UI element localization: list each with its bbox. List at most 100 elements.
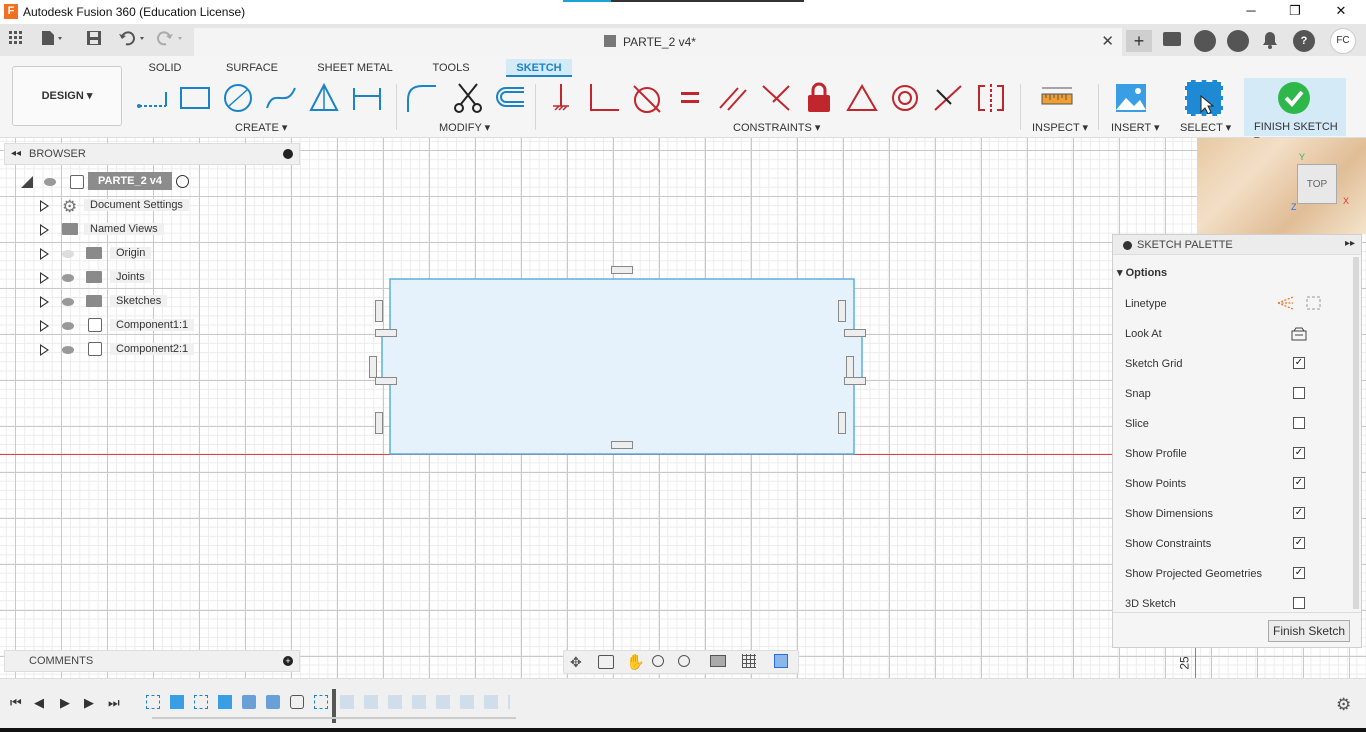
user-avatar[interactable]: FC xyxy=(1330,28,1356,54)
fillet-tool-icon[interactable] xyxy=(404,82,438,114)
offset-tool-icon[interactable] xyxy=(492,82,526,114)
timeline-settings-gear-icon[interactable]: ⚙ xyxy=(1336,695,1351,715)
triangle-constraint-icon[interactable] xyxy=(845,82,879,114)
browser-item[interactable]: Component2:1 xyxy=(38,340,198,360)
go-to-start-icon[interactable]: ⏮ xyxy=(10,695,22,711)
expand-arrow-icon[interactable] xyxy=(40,272,49,284)
timeline-extrude-icon[interactable] xyxy=(170,695,184,709)
expand-arrow-icon[interactable] xyxy=(40,344,49,356)
tab-solid[interactable]: SOLID xyxy=(144,59,186,77)
new-tab-button[interactable]: + xyxy=(1126,30,1152,52)
activate-radio-icon[interactable] xyxy=(176,175,189,188)
browser-item[interactable]: Joints xyxy=(38,268,198,288)
visibility-eye-icon[interactable] xyxy=(44,178,56,186)
horizontal-constraint-marker[interactable] xyxy=(844,377,866,385)
timeline-sketch-icon[interactable] xyxy=(194,695,208,709)
tab-sketch[interactable]: SKETCH xyxy=(506,59,572,77)
app-grid-icon[interactable] xyxy=(8,30,24,50)
centerline-linetype-icon[interactable] xyxy=(1305,295,1323,314)
job-status-icon[interactable] xyxy=(1163,32,1181,46)
equal-constraint-icon[interactable] xyxy=(673,82,707,114)
expand-arrow-icon[interactable] xyxy=(40,224,49,236)
palette-scrollbar[interactable] xyxy=(1353,257,1359,609)
tab-sheet-metal[interactable]: SHEET METAL xyxy=(316,59,394,77)
save-icon[interactable] xyxy=(86,30,102,50)
timeline-component-icon[interactable] xyxy=(266,695,280,709)
select-tool-icon[interactable] xyxy=(1185,80,1223,116)
sketch-profile[interactable] xyxy=(366,262,872,462)
expand-palette-icon[interactable]: ▸▸ xyxy=(1345,238,1355,249)
redo-icon[interactable] xyxy=(156,30,186,50)
browser-item[interactable]: Origin xyxy=(38,244,198,264)
timeline-component-icon[interactable] xyxy=(242,695,256,709)
close-window-button[interactable]: ✕ xyxy=(1318,0,1364,22)
construction-linetype-icon[interactable] xyxy=(1277,295,1295,314)
expand-arrow-icon[interactable] xyxy=(40,296,49,308)
timeline-joint-icon[interactable] xyxy=(290,695,304,709)
expand-arrow-icon[interactable] xyxy=(40,200,49,212)
modify-menu[interactable]: MODIFY ▾ xyxy=(439,121,490,134)
palette-minimize-icon[interactable] xyxy=(1123,241,1132,250)
fit-zoom-icon[interactable] xyxy=(678,655,690,667)
timeline-sketch-icon[interactable] xyxy=(314,695,328,709)
options-section-toggle[interactable]: ▾ Options xyxy=(1117,266,1167,279)
help-icon[interactable]: ? xyxy=(1293,30,1315,52)
view-cube[interactable]: TOP xyxy=(1297,164,1337,204)
midpoint-constraint-icon[interactable] xyxy=(931,82,965,114)
vertical-constraint-marker[interactable] xyxy=(375,412,383,434)
expand-arrow-icon[interactable] xyxy=(40,320,49,332)
browser-item[interactable]: ⚙ Document Settings xyxy=(38,196,198,216)
sketch-palette-header[interactable]: SKETCH PALETTE ▸▸ xyxy=(1113,235,1361,255)
horizontal-constraint-marker[interactable] xyxy=(611,441,633,449)
fix-constraint-icon[interactable] xyxy=(545,82,579,114)
look-at-nav-icon[interactable] xyxy=(598,655,614,669)
slice-checkbox[interactable] xyxy=(1293,417,1305,429)
inspect-menu[interactable]: INSPECT ▾ xyxy=(1032,121,1088,134)
tab-tools[interactable]: TOOLS xyxy=(430,59,472,77)
minimize-button[interactable]: ─ xyxy=(1228,0,1274,22)
show-constraints-checkbox[interactable]: ✓ xyxy=(1293,537,1305,549)
horizontal-constraint-marker[interactable] xyxy=(844,329,866,337)
go-to-end-icon[interactable]: ⏭ xyxy=(108,695,120,711)
constraints-menu[interactable]: CONSTRAINTS ▾ xyxy=(733,121,820,134)
timeline-extrude-icon[interactable] xyxy=(218,695,232,709)
collapse-browser-icon[interactable]: ◂◂ xyxy=(11,148,21,159)
extensions-icon[interactable] xyxy=(1194,30,1216,52)
perpendicular-constraint-icon[interactable] xyxy=(587,82,621,114)
visibility-eye-icon[interactable] xyxy=(62,274,74,282)
visibility-eye-icon[interactable] xyxy=(62,346,74,354)
3d-sketch-checkbox[interactable] xyxy=(1293,597,1305,609)
circle-tool-icon[interactable] xyxy=(221,82,255,114)
timeline-suppressed-features[interactable] xyxy=(340,695,510,709)
show-projected-geometries-checkbox[interactable]: ✓ xyxy=(1293,567,1305,579)
orbit-icon[interactable]: ✥ xyxy=(570,654,582,671)
hidden-eye-icon[interactable] xyxy=(62,250,74,258)
workspace-switcher-button[interactable]: DESIGN ▾ xyxy=(12,66,122,126)
finish-sketch-check-icon[interactable] xyxy=(1278,82,1310,114)
grid-settings-icon[interactable] xyxy=(742,654,756,668)
browser-item[interactable]: Component1:1 xyxy=(38,316,198,336)
zoom-icon[interactable] xyxy=(652,655,664,667)
insert-menu[interactable]: INSERT ▾ xyxy=(1111,121,1160,134)
browser-panel-header[interactable]: ◂◂ BROWSER xyxy=(4,143,300,165)
browser-item[interactable]: Sketches xyxy=(38,292,198,312)
show-dimensions-checkbox[interactable]: ✓ xyxy=(1293,507,1305,519)
select-menu[interactable]: SELECT ▾ xyxy=(1180,121,1231,134)
timeline-sketch-icon[interactable] xyxy=(146,695,160,709)
show-profile-checkbox[interactable]: ✓ xyxy=(1293,447,1305,459)
comments-panel-header[interactable]: COMMENTS + xyxy=(4,650,300,672)
history-clock-icon[interactable] xyxy=(1227,30,1249,52)
polygon-tool-icon[interactable] xyxy=(307,82,341,114)
measure-ruler-icon[interactable] xyxy=(1040,82,1074,114)
concentric-constraint-icon[interactable] xyxy=(888,82,922,114)
arc-spline-tool-icon[interactable] xyxy=(264,82,298,114)
horizontal-constraint-marker[interactable] xyxy=(375,377,397,385)
vertical-constraint-marker[interactable] xyxy=(838,300,846,322)
symmetry-constraint-icon[interactable] xyxy=(974,82,1008,114)
vertical-constraint-marker[interactable] xyxy=(369,356,377,378)
browser-minimize-icon[interactable] xyxy=(283,149,293,159)
finish-sketch-group[interactable]: FINISH SKETCH ▾ xyxy=(1244,78,1346,146)
sketch-grid-checkbox[interactable]: ✓ xyxy=(1293,357,1305,369)
vertical-constraint-marker[interactable] xyxy=(838,412,846,434)
visibility-eye-icon[interactable] xyxy=(62,298,74,306)
